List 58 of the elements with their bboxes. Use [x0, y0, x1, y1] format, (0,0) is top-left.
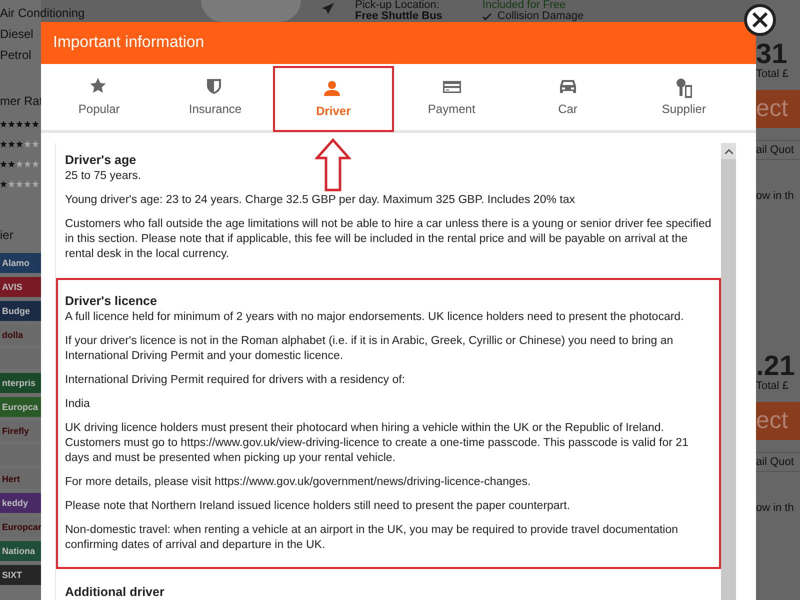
- check-icon: [482, 12, 492, 20]
- paragraph: Please note that Northern Ireland issued licence holders still need to present the paper counterpart.: [65, 499, 572, 514]
- tab[interactable]: Driver: [273, 66, 394, 132]
- star-rating[interactable]: [0, 140, 39, 148]
- paragraph: Customers who fall outside the age limitations will not be able to hire a car unless there is a young or senior driver fee specified in this section. Please note that if applicable, this fee will be included in the rental price and will be payable on arrival at the rental desk in the local currency.: [65, 217, 712, 262]
- section-title: Additional driver: [65, 585, 166, 599]
- pickup-value: Free Shuttle Bus: [355, 11, 442, 22]
- paragraph: A full licence held for minimum of 2 years with no major endorsements. UK licence holders need to present the photocard.: [65, 310, 685, 325]
- filter-label[interactable]: Petrol: [0, 48, 32, 62]
- star-rating[interactable]: [0, 160, 39, 168]
- pickup-label: Pick-up Location:: [355, 0, 440, 11]
- offer-note: ow in th: [756, 190, 794, 202]
- paragraph: Non-domestic travel: when renting a vehicle at an airport in the UK, you may be required to provide travel documentation confirming dates of arrival and departure in the UK.: [65, 523, 680, 553]
- plane-icon: [321, 2, 335, 16]
- supplier-logo[interactable]: Firefly: [0, 421, 41, 441]
- supplier-logo[interactable]: Hert: [0, 469, 41, 489]
- supplier-logo[interactable]: SIXT: [0, 565, 41, 585]
- tab[interactable]: Payment: [394, 64, 510, 130]
- supplier-logo[interactable]: dolla: [0, 325, 41, 345]
- total-price: Total £: [756, 68, 790, 80]
- up-arrow: [315, 138, 351, 192]
- dialog-title: Important information: [53, 34, 204, 52]
- section-title: Driver's licence: [65, 294, 158, 308]
- tab[interactable]: Insurance: [157, 64, 274, 130]
- tab[interactable]: Popular: [41, 64, 158, 130]
- email-quote-link[interactable]: ail Quot: [756, 456, 794, 468]
- supplier-logo[interactable]: Budge: [0, 301, 41, 321]
- section-title: Driver's age: [65, 153, 138, 167]
- supplier-logo[interactable]: Europcar: [0, 517, 41, 537]
- star-rating[interactable]: [0, 120, 39, 128]
- included-label: Included for Free: [482, 0, 567, 11]
- paragraph: 25 to 75 years.: [65, 169, 142, 184]
- supplier-logo[interactable]: nterpris: [0, 373, 41, 393]
- price: 31: [756, 40, 788, 68]
- supplier-logo[interactable]: Europca: [0, 397, 41, 417]
- supplier-logo[interactable]: AVIS: [0, 277, 41, 297]
- included-item: Collision Damage: [497, 11, 584, 22]
- filter-label[interactable]: Air Conditioning: [0, 6, 85, 20]
- tab[interactable]: Supplier: [626, 64, 742, 130]
- section-heading: ier: [0, 228, 14, 242]
- tab[interactable]: Car: [510, 64, 626, 130]
- supplier-logo[interactable]: keddy: [0, 493, 41, 513]
- offer-note: ow in th: [756, 502, 794, 514]
- up-caret-icon: [724, 149, 732, 154]
- paragraph: International Driving Permit required for drivers with a residency of:: [65, 373, 406, 388]
- supplier-logo[interactable]: Nationa: [0, 541, 41, 561]
- star-rating[interactable]: [0, 180, 39, 188]
- total-price: Total £: [756, 380, 790, 392]
- filter-label[interactable]: Diesel: [0, 27, 34, 41]
- email-quote-link[interactable]: ail Quot: [756, 144, 794, 156]
- paragraph: India: [65, 397, 91, 412]
- paragraph: Young driver's age: 23 to 24 years. Charge 32.5 GBP per day. Maximum 325 GBP. Includes 20% tax: [65, 193, 576, 208]
- key-phone-icon: [674, 78, 694, 98]
- paragraph: UK driving licence holders must present their photocard when hiring a vehicle within the UK or the Republic of Ireland. Customers must go to https://www.gov.uk/view-driving-licence to create a one-time passcode. This passcode is valid for 21 days and must be presented when picking up your rental vehicle.: [65, 421, 690, 466]
- price: .21: [756, 352, 796, 380]
- paragraph: For more details, please visit https://www.gov.uk/government/news/driving-licence-changes.: [65, 475, 532, 490]
- supplier-logo[interactable]: Alamo: [0, 253, 41, 273]
- paragraph: If your driver's licence is not in the Roman alphabet (i.e. if it is in Arabic, Greek, Cyrillic or Chinese) you need to bring an International Driving Permit and your domestic licence.: [65, 334, 674, 364]
